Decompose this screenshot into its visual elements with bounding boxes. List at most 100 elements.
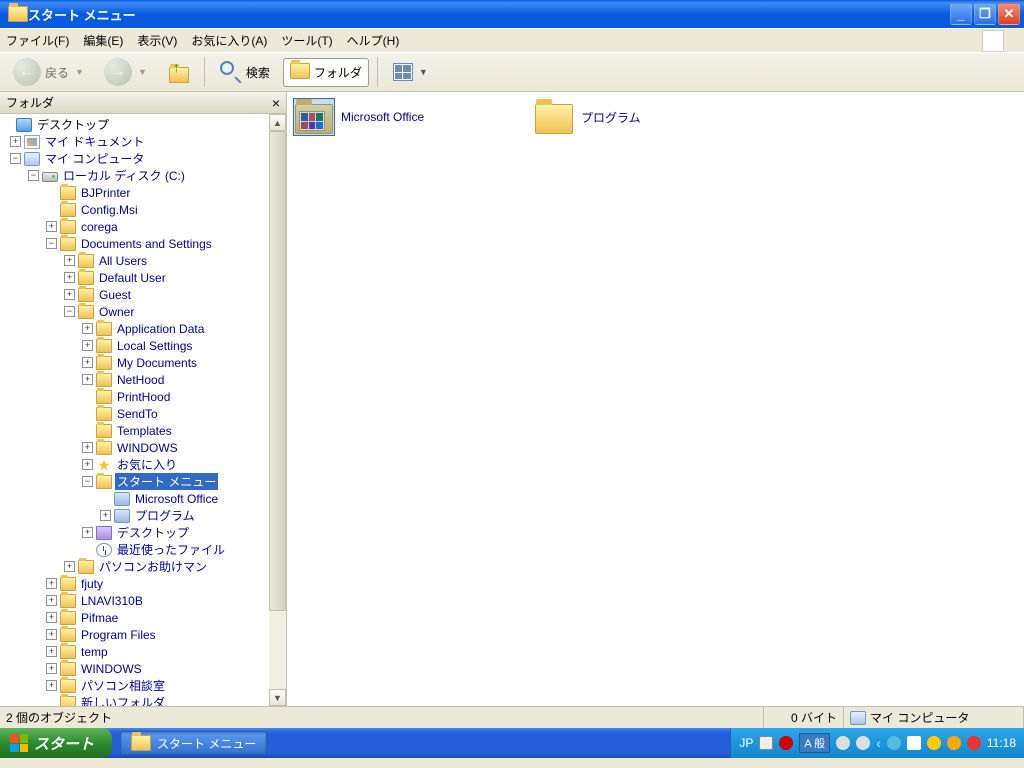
menu-tools[interactable]: ツール(T) (281, 32, 332, 49)
tray-chevron-icon[interactable]: ‹ (876, 735, 881, 751)
tree-item[interactable]: −Owner (0, 303, 269, 320)
views-button[interactable]: ▼ (386, 58, 435, 86)
expand-icon[interactable]: + (100, 510, 111, 521)
tray-icon[interactable] (947, 736, 961, 750)
tree-item[interactable]: +Pifmae (0, 609, 269, 626)
tray-icon[interactable] (836, 736, 850, 750)
tree-item[interactable]: −Documents and Settings (0, 235, 269, 252)
expand-icon[interactable]: + (10, 136, 21, 147)
tray-icon[interactable] (779, 736, 793, 750)
tree-item[interactable]: +fjuty (0, 575, 269, 592)
lang-indicator[interactable]: JP (739, 736, 753, 750)
tree-item[interactable]: +All Users (0, 252, 269, 269)
tree-item[interactable]: +Default User (0, 269, 269, 286)
minimize-button[interactable]: _ (950, 3, 972, 25)
search-button[interactable]: 検索 (213, 56, 277, 88)
tree-item[interactable]: +NetHood (0, 371, 269, 388)
close-button[interactable]: ✕ (998, 3, 1020, 25)
expand-icon[interactable]: + (46, 595, 57, 606)
start-button[interactable]: スタート (0, 728, 112, 758)
tree-item[interactable]: +Guest (0, 286, 269, 303)
tree-item[interactable]: 新しいフォルダ (0, 694, 269, 706)
expand-icon[interactable]: + (46, 680, 57, 691)
up-button[interactable]: ↑ (160, 56, 196, 88)
collapse-icon[interactable]: − (28, 170, 39, 181)
menu-help[interactable]: ヘルプ(H) (347, 32, 400, 49)
tray-icon[interactable] (967, 736, 981, 750)
menu-favorites[interactable]: お気に入り(A) (191, 32, 267, 49)
tree-item[interactable]: Config.Msi (0, 201, 269, 218)
windows-flag-icon[interactable] (982, 30, 1004, 52)
tree-item[interactable]: +Local Settings (0, 337, 269, 354)
expand-icon[interactable]: + (46, 578, 57, 589)
collapse-icon[interactable]: − (82, 476, 93, 487)
forward-button[interactable]: → ▼ (97, 53, 154, 91)
tree-item[interactable]: SendTo (0, 405, 269, 422)
tree-item[interactable]: +パソコン相談室 (0, 677, 269, 694)
tree-desktop[interactable]: デスクトップ (0, 116, 269, 133)
tree-item[interactable]: +Application Data (0, 320, 269, 337)
scroll-track[interactable] (269, 131, 286, 689)
back-button[interactable]: ← 戻る ▼ (6, 53, 91, 91)
expand-icon[interactable]: + (46, 221, 57, 232)
collapse-icon[interactable]: − (46, 238, 57, 249)
expand-icon[interactable]: + (46, 663, 57, 674)
tree-item[interactable]: +Program Files (0, 626, 269, 643)
expand-icon[interactable]: + (46, 612, 57, 623)
tree-item[interactable]: BJPrinter (0, 184, 269, 201)
tree-item[interactable]: +デスクトップ (0, 524, 269, 541)
scroll-down-icon[interactable]: ▼ (269, 689, 286, 706)
expand-icon[interactable]: + (46, 629, 57, 640)
tree-item[interactable]: Templates (0, 422, 269, 439)
tree-cdrive[interactable]: −ローカル ディスク (C:) (0, 167, 269, 184)
expand-icon[interactable]: + (64, 289, 75, 300)
tree-item[interactable]: 最近使ったファイル (0, 541, 269, 558)
expand-icon[interactable]: + (82, 340, 93, 351)
collapse-icon[interactable]: − (64, 306, 75, 317)
menu-file[interactable]: ファイル(F) (6, 32, 69, 49)
keyboard-icon[interactable] (759, 736, 773, 750)
collapse-icon[interactable]: − (10, 153, 21, 164)
expand-icon[interactable]: + (82, 527, 93, 538)
tray-icon[interactable] (887, 736, 901, 750)
expand-icon[interactable]: + (82, 459, 93, 470)
taskbar-item[interactable]: スタート メニュー (120, 731, 267, 755)
tree-item[interactable]: +corega (0, 218, 269, 235)
tree-scrollbar[interactable]: ▲ ▼ (269, 114, 286, 706)
tree-item[interactable]: +WINDOWS (0, 660, 269, 677)
tree-item[interactable]: +プログラム (0, 507, 269, 524)
expand-icon[interactable]: + (64, 272, 75, 283)
tree-startmenu[interactable]: −スタート メニュー (0, 473, 269, 490)
content-item-msoffice[interactable]: Microsoft Office (295, 100, 495, 134)
expand-icon[interactable]: + (64, 561, 75, 572)
tree-mydocs[interactable]: +マイ ドキュメント (0, 133, 269, 150)
expand-icon[interactable]: + (82, 374, 93, 385)
tray-icon[interactable] (856, 736, 870, 750)
tree-item[interactable]: +★お気に入り (0, 456, 269, 473)
menu-edit[interactable]: 編集(E) (83, 32, 123, 49)
expand-icon[interactable]: + (64, 255, 75, 266)
scroll-thumb[interactable] (269, 131, 286, 611)
content-item-programs[interactable]: プログラム (535, 100, 735, 134)
expand-icon[interactable]: + (82, 442, 93, 453)
content-pane[interactable]: Microsoft Office プログラム (287, 92, 1024, 706)
maximize-button[interactable]: ❐ (974, 3, 996, 25)
tree-item[interactable]: +temp (0, 643, 269, 660)
tree-item[interactable]: +My Documents (0, 354, 269, 371)
tray-icon[interactable] (907, 736, 921, 750)
folder-tree[interactable]: デスクトップ +マイ ドキュメント −マイ コンピュータ −ローカル ディスク … (0, 114, 269, 706)
tree-item[interactable]: Microsoft Office (0, 490, 269, 507)
ime-indicator[interactable]: A 般 (799, 733, 830, 753)
tree-item[interactable]: PrintHood (0, 388, 269, 405)
expand-icon[interactable]: + (82, 323, 93, 334)
expand-icon[interactable]: + (82, 357, 93, 368)
expand-icon[interactable]: + (46, 646, 57, 657)
clock[interactable]: 11:18 (987, 736, 1016, 750)
tray-icon[interactable] (927, 736, 941, 750)
tree-item[interactable]: +パソコンお助けマン (0, 558, 269, 575)
tree-item[interactable]: +WINDOWS (0, 439, 269, 456)
menu-view[interactable]: 表示(V) (137, 32, 177, 49)
scroll-up-icon[interactable]: ▲ (269, 114, 286, 131)
folders-pane-close[interactable]: × (272, 95, 280, 111)
tree-mycomp[interactable]: −マイ コンピュータ (0, 150, 269, 167)
